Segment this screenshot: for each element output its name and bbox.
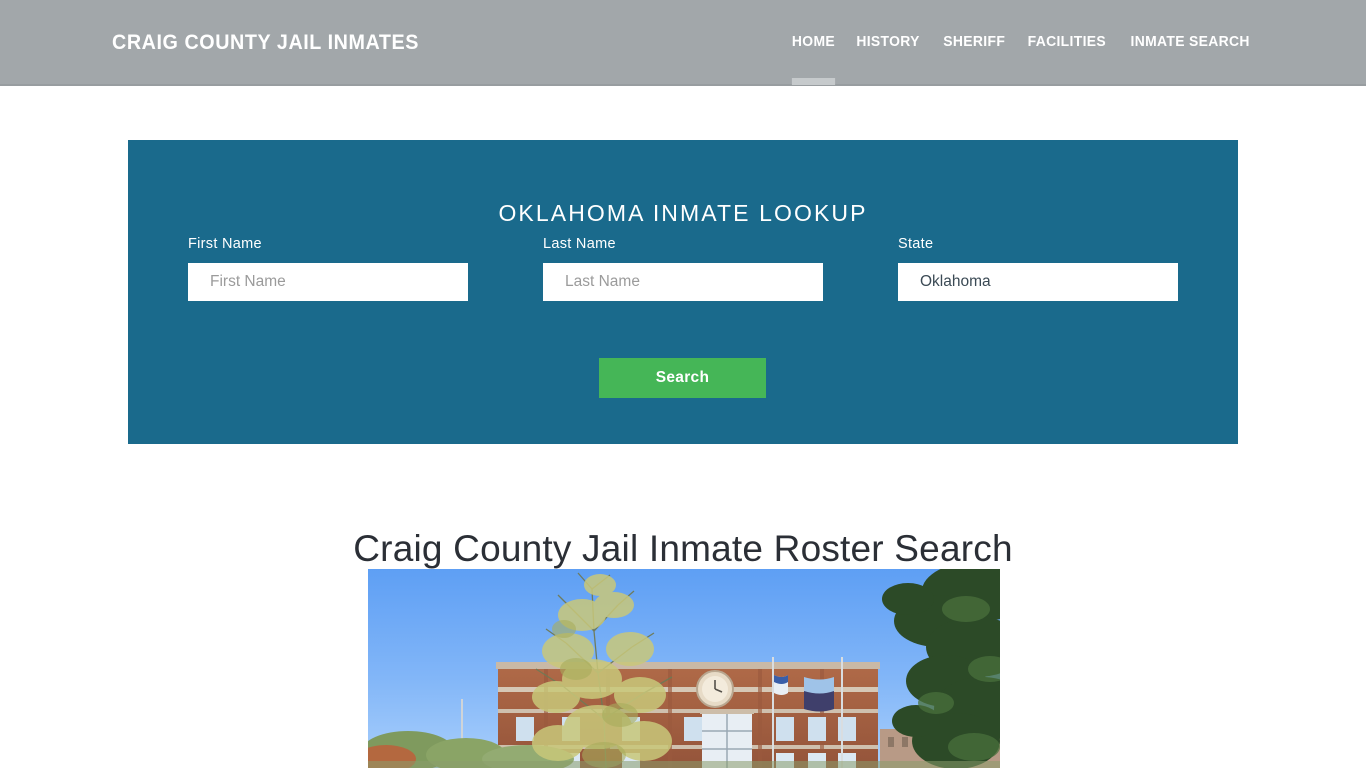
state-select[interactable]: Oklahoma xyxy=(898,263,1178,301)
brand-logo[interactable]: CRAIG COUNTY JAIL INMATES xyxy=(112,31,419,55)
lookup-panel-title: OKLAHOMA INMATE LOOKUP xyxy=(498,200,868,227)
first-name-label: First Name xyxy=(188,236,262,252)
nav-item-inmate-search[interactable]: INMATE SEARCH xyxy=(1130,34,1249,54)
last-name-label: Last Name xyxy=(543,236,616,252)
site-header: CRAIG COUNTY JAIL INMATES HOME HISTORY S… xyxy=(0,0,1366,86)
main-navigation: HOME HISTORY SHERIFF FACILITIES INMATE S… xyxy=(791,34,1252,85)
nav-item-facilities[interactable]: FACILITIES xyxy=(1028,34,1106,54)
first-name-field-group: First Name xyxy=(188,236,468,301)
nav-item-home[interactable]: HOME xyxy=(791,34,835,85)
inmate-lookup-panel: OKLAHOMA INMATE LOOKUP First Name Last N… xyxy=(128,140,1238,444)
page-title: Craig County Jail Inmate Roster Search xyxy=(353,527,1013,569)
state-field-group: State Oklahoma xyxy=(898,236,1178,301)
search-button[interactable]: Search xyxy=(599,358,766,398)
state-label: State xyxy=(898,236,934,252)
courthouse-photo xyxy=(368,569,1000,768)
last-name-input[interactable] xyxy=(543,263,823,301)
nav-item-history[interactable]: HISTORY xyxy=(857,34,920,54)
nav-item-sheriff[interactable]: SHERIFF xyxy=(943,34,1005,54)
first-name-input[interactable] xyxy=(188,263,468,301)
last-name-field-group: Last Name xyxy=(543,236,823,301)
